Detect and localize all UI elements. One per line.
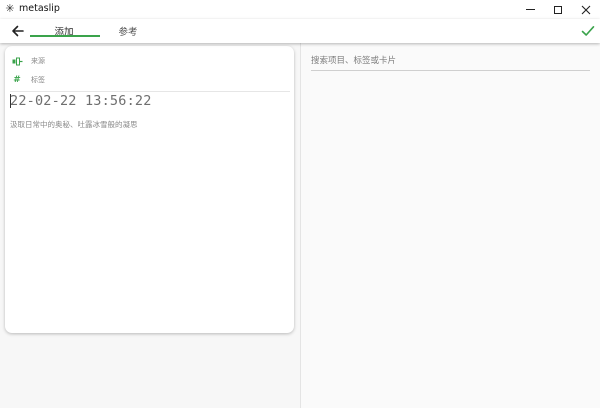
reference-pane bbox=[301, 43, 600, 408]
check-icon bbox=[581, 26, 595, 36]
slip-card: 来源 # 标签 22-02-22 13:56:22 汲取日常中的奥秘、吐露冰雪般… bbox=[5, 46, 294, 333]
app-logo-icon: ✳ bbox=[5, 2, 15, 15]
back-button[interactable] bbox=[9, 22, 27, 40]
confirm-button[interactable] bbox=[580, 23, 596, 39]
source-field[interactable]: 来源 bbox=[11, 54, 45, 68]
toolbar: 添加 参考 bbox=[0, 19, 600, 43]
tags-field[interactable]: # 标签 bbox=[11, 73, 45, 87]
editor-pane: 来源 # 标签 22-02-22 13:56:22 汲取日常中的奥秘、吐露冰雪般… bbox=[0, 43, 300, 408]
window-title: metaslip bbox=[19, 3, 60, 14]
tags-label: 标签 bbox=[31, 76, 45, 84]
main-area: 来源 # 标签 22-02-22 13:56:22 汲取日常中的奥秘、吐露冰雪般… bbox=[0, 43, 600, 408]
meta-divider bbox=[10, 91, 290, 92]
hashtag-icon: # bbox=[13, 75, 21, 85]
source-label: 来源 bbox=[31, 57, 45, 65]
minimize-icon bbox=[525, 9, 535, 10]
minimize-button[interactable] bbox=[516, 0, 544, 19]
maximize-button[interactable] bbox=[544, 0, 572, 19]
close-icon bbox=[581, 5, 591, 14]
slip-timestamp[interactable]: 22-02-22 13:56:22 bbox=[10, 93, 152, 109]
close-button[interactable] bbox=[572, 0, 600, 19]
search-input[interactable] bbox=[311, 51, 590, 71]
tab-add[interactable]: 添加 bbox=[28, 19, 100, 43]
slip-content[interactable]: 汲取日常中的奥秘、吐露冰雪般的凝思 bbox=[10, 119, 138, 130]
active-tab-indicator bbox=[30, 35, 100, 37]
source-link-icon bbox=[11, 55, 23, 67]
tab-reference[interactable]: 参考 bbox=[92, 19, 164, 43]
title-bar: ✳ metaslip bbox=[0, 0, 600, 19]
arrow-left-icon bbox=[12, 25, 24, 37]
maximize-icon bbox=[554, 5, 562, 14]
